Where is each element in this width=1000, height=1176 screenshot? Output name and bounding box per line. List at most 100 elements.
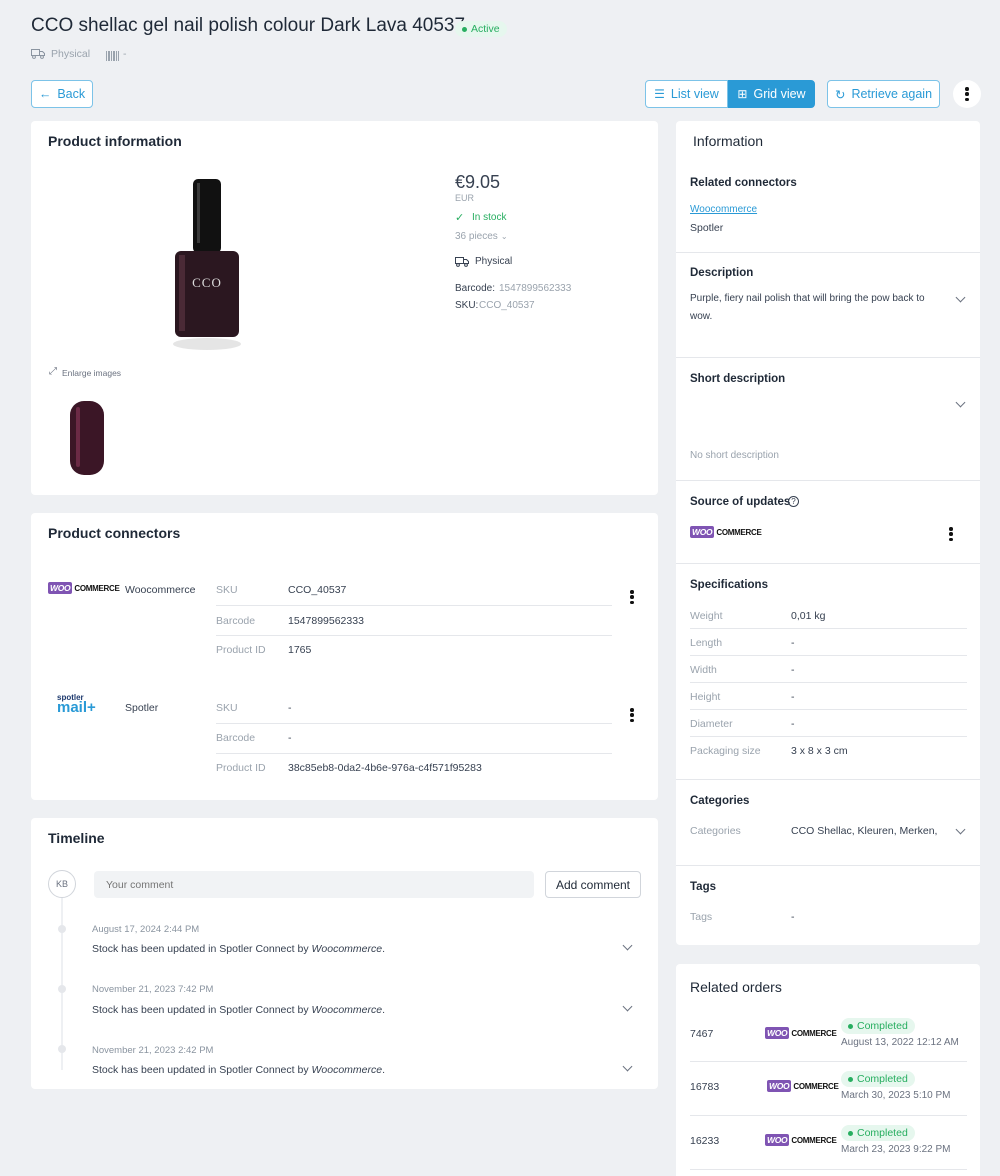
spec-value: - bbox=[791, 718, 795, 730]
timeline-date: November 21, 2023 7:42 PM bbox=[92, 984, 214, 995]
expand-chevron-icon[interactable] bbox=[622, 1061, 633, 1072]
card-title: Information bbox=[693, 133, 764, 149]
row-value: 38c85eb8-0da2-4b6e-976a-c4f571f95283 bbox=[288, 762, 482, 774]
order-id[interactable]: 7467 bbox=[690, 1028, 713, 1040]
woocommerce-logo: WOO COMMERCE bbox=[48, 582, 120, 594]
barcode-label: Barcode: bbox=[455, 283, 496, 294]
divider bbox=[676, 252, 980, 253]
spotler-connector: Spotler bbox=[690, 222, 724, 234]
divider bbox=[690, 1115, 967, 1116]
row-label: Barcode bbox=[216, 732, 256, 744]
divider bbox=[676, 779, 980, 780]
divider bbox=[690, 1169, 967, 1170]
grid-icon: ⊞ bbox=[737, 87, 748, 101]
categories-value: CCO Shellac, Kleuren, Merken, bbox=[791, 825, 938, 837]
woocommerce-link[interactable]: Woocommerce bbox=[690, 204, 757, 215]
row-value: 1765 bbox=[288, 644, 312, 656]
categories-title: Categories bbox=[690, 795, 750, 807]
timeline-date: November 21, 2023 2:42 PM bbox=[92, 1045, 214, 1056]
row-label: Product ID bbox=[216, 762, 266, 774]
pieces-dropdown[interactable]: 36 pieces ⌄ bbox=[455, 231, 508, 242]
spec-value: - bbox=[791, 691, 795, 703]
expand-chevron-icon[interactable] bbox=[622, 940, 633, 951]
related-connectors-title: Related connectors bbox=[690, 177, 797, 189]
row-label: Barcode bbox=[216, 615, 256, 627]
chevron-down-icon: ⌄ bbox=[500, 232, 508, 241]
order-date: August 13, 2022 12:12 AM bbox=[841, 1037, 959, 1048]
comment-input[interactable] bbox=[94, 871, 534, 898]
expand-icon: ⤢ bbox=[49, 366, 57, 377]
order-id[interactable]: 16783 bbox=[690, 1081, 719, 1093]
help-icon[interactable]: ? bbox=[788, 496, 799, 507]
spec-label: Length bbox=[690, 637, 723, 649]
divider bbox=[676, 480, 980, 481]
order-status-badge: Completed bbox=[841, 1018, 915, 1034]
enlarge-images-link[interactable]: Enlarge images bbox=[62, 368, 121, 378]
spec-label: Packaging size bbox=[690, 745, 761, 757]
status-badge: Active bbox=[455, 21, 507, 37]
spec-value: 0,01 kg bbox=[791, 610, 826, 622]
order-id[interactable]: 16233 bbox=[690, 1135, 719, 1147]
expand-chevron-icon[interactable] bbox=[622, 1001, 633, 1012]
spec-label: Weight bbox=[690, 610, 723, 622]
woocommerce-logo: WOO COMMERCE bbox=[690, 526, 762, 538]
woocommerce-logo: WOO COMMERCE bbox=[765, 1027, 837, 1039]
short-description-title: Short description bbox=[690, 373, 786, 385]
avatar: KB bbox=[48, 870, 76, 898]
description-text: Purple, fiery nail polish that will brin… bbox=[690, 293, 925, 304]
back-button[interactable]: ← Back bbox=[31, 80, 93, 108]
sku-label: SKU: bbox=[455, 300, 479, 311]
divider bbox=[216, 635, 612, 636]
timeline-date: August 17, 2024 2:44 PM bbox=[92, 924, 200, 935]
expand-chevron-icon[interactable] bbox=[955, 824, 966, 835]
information-card: Information Related connectors Woocommer… bbox=[676, 121, 980, 945]
expand-chevron-icon[interactable] bbox=[955, 292, 966, 303]
grid-view-button[interactable]: ⊞ Grid view bbox=[728, 80, 815, 108]
connector-menu-button[interactable] bbox=[630, 708, 634, 722]
divider bbox=[690, 628, 967, 629]
card-title: Timeline bbox=[48, 830, 105, 846]
source-menu-button[interactable] bbox=[949, 527, 953, 541]
expand-chevron-icon[interactable] bbox=[955, 397, 966, 408]
divider bbox=[690, 1061, 967, 1062]
product-image[interactable]: CCO bbox=[171, 179, 243, 354]
tags-value: - bbox=[791, 911, 795, 923]
truck-icon bbox=[455, 255, 469, 273]
connector-menu-button[interactable] bbox=[630, 590, 634, 604]
thumbnail-image[interactable] bbox=[68, 401, 106, 475]
timeline-dot bbox=[58, 985, 66, 993]
stock-status: In stock bbox=[472, 212, 507, 223]
product-connectors-card: Product connectors WOO COMMERCE Woocommer… bbox=[31, 513, 658, 800]
more-options-button[interactable] bbox=[953, 80, 981, 108]
add-comment-button[interactable]: Add comment bbox=[545, 871, 641, 898]
divider bbox=[216, 605, 612, 606]
truck-icon bbox=[31, 47, 45, 65]
divider bbox=[216, 723, 612, 724]
timeline-text: Stock has been updated in Spotler Connec… bbox=[92, 1004, 386, 1016]
description-title: Description bbox=[690, 267, 754, 279]
card-title: Related orders bbox=[690, 979, 782, 995]
timeline-card: Timeline KB Add comment August 17, 2024 … bbox=[31, 818, 658, 1089]
description-text: wow. bbox=[690, 311, 713, 322]
spec-value: - bbox=[791, 664, 795, 676]
woocommerce-logo: WOO COMMERCE bbox=[767, 1080, 839, 1092]
spotler-mail-logo: spotler mail+ bbox=[57, 693, 96, 716]
divider bbox=[690, 682, 967, 683]
order-date: March 30, 2023 5:10 PM bbox=[841, 1090, 951, 1101]
row-value: 1547899562333 bbox=[288, 615, 364, 627]
categories-label: Categories bbox=[690, 825, 741, 837]
row-value: - bbox=[288, 732, 292, 744]
spec-value: 3 x 8 x 3 cm bbox=[791, 745, 848, 757]
row-label: SKU bbox=[216, 584, 238, 596]
specifications-title: Specifications bbox=[690, 579, 768, 591]
timeline-dot bbox=[58, 925, 66, 933]
woocommerce-logo: WOO COMMERCE bbox=[765, 1134, 837, 1146]
price: €9.05 bbox=[455, 172, 501, 192]
timeline-text: Stock has been updated in Spotler Connec… bbox=[92, 1064, 386, 1076]
check-icon: ✓ bbox=[455, 212, 465, 224]
list-view-button[interactable]: ☰ List view bbox=[645, 80, 728, 108]
retrieve-again-button[interactable]: ↻ Retrieve again bbox=[827, 80, 940, 108]
source-of-updates-title: Source of updates bbox=[690, 496, 791, 508]
barcode-icon bbox=[106, 48, 120, 66]
tags-title: Tags bbox=[690, 881, 716, 893]
